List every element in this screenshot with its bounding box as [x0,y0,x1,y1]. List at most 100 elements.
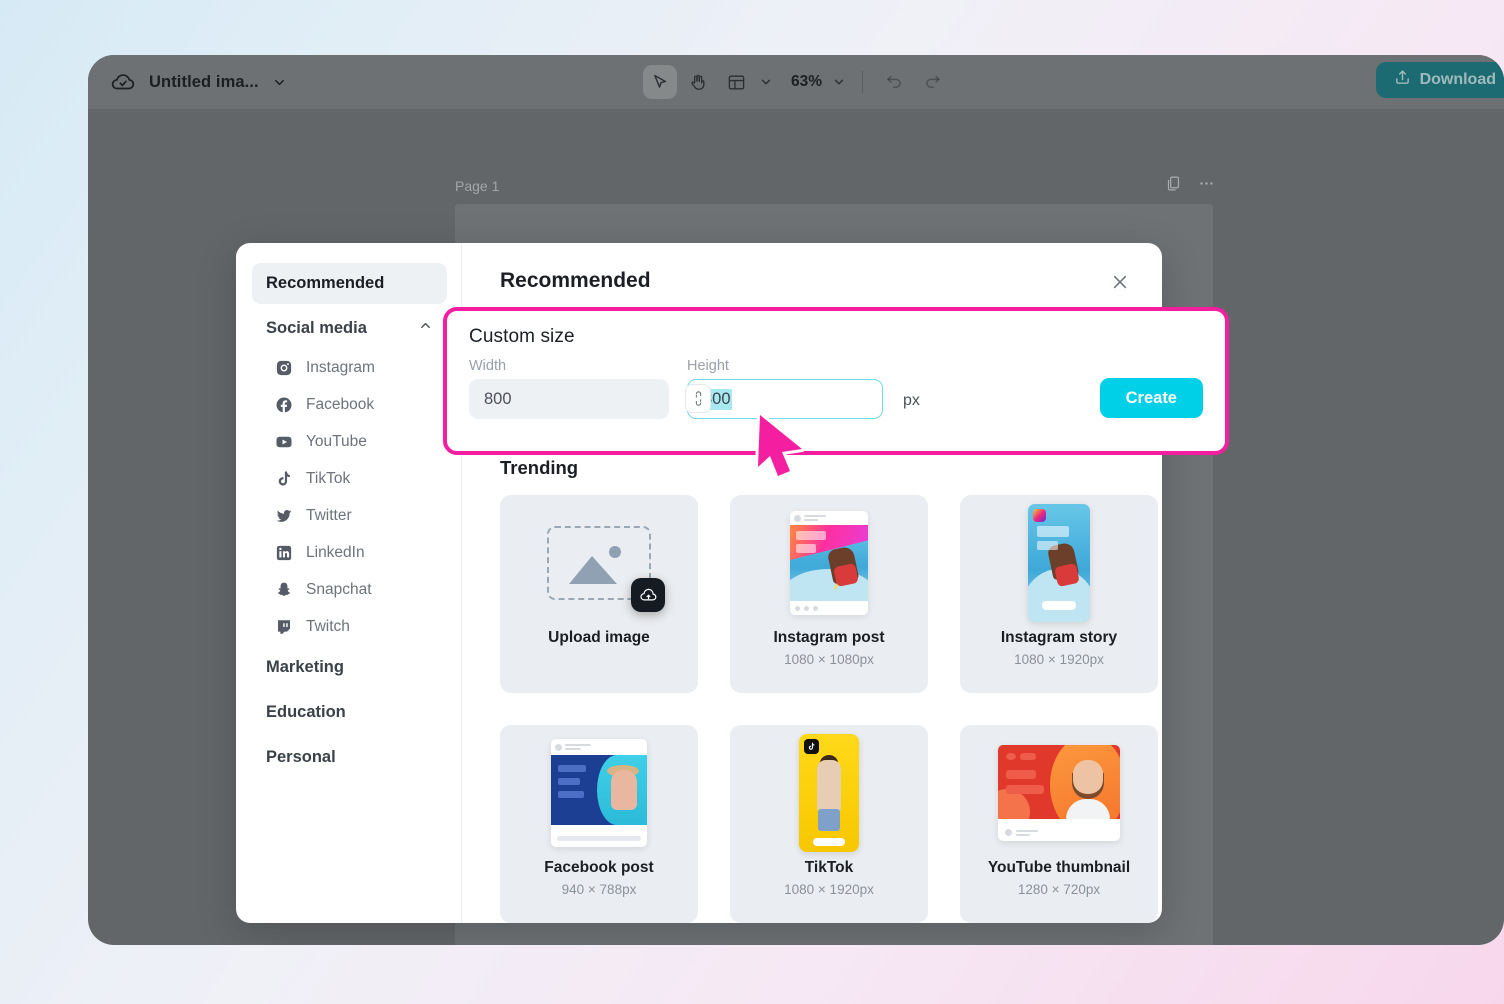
card-instagram-post[interactable]: Instagram post 1080 × 1080px [730,495,928,693]
sidebar-item-recommended[interactable]: Recommended [252,263,447,304]
cursor-arrow-icon[interactable] [642,65,677,99]
sidebar-item-label: Education [266,703,346,721]
card-title: Facebook post [544,859,654,876]
trending-card-grid: Upload image Instagram post 1080 × 1080p… [500,495,1158,923]
topbar-left-group: Untitled ima... [88,69,287,95]
instagram-story-thumb [1028,499,1090,627]
sidebar-item-label: Twitter [306,506,352,524]
top-toolbar: Untitled ima... 63% Download [88,55,1504,109]
document-title[interactable]: Untitled ima... [149,73,259,92]
unit-label: px [903,392,920,409]
hand-icon[interactable] [681,65,715,99]
snapchat-icon [274,580,293,599]
sidebar-item-label: Recommended [266,274,385,292]
size-fields-row: Width 800 Height 800 px Create [469,358,1203,419]
width-input[interactable]: 800 [469,379,669,419]
card-title: Upload image [548,629,650,646]
duplicate-page-icon[interactable] [1165,175,1182,197]
sidebar-item-education[interactable]: Education [252,690,447,735]
page-actions [1165,175,1215,197]
layout-caret-icon[interactable] [757,75,775,89]
card-title: Instagram story [1000,629,1118,646]
page-header: Page 1 [455,175,1215,197]
card-dimensions: 1280 × 720px [1017,882,1101,897]
facebook-post-thumb [551,729,647,857]
youtube-thumbnail-thumb [998,729,1120,857]
height-label: Height [687,358,729,374]
chain-link-icon[interactable] [686,385,710,412]
sidebar-item-label: Marketing [266,658,344,676]
sidebar-item-linkedin[interactable]: LinkedIn [252,534,447,571]
card-title: TikTok [804,859,854,876]
undo-arrow-icon[interactable] [877,65,911,99]
youtube-icon [274,432,293,451]
width-label: Width [469,358,507,374]
tiktok-icon [274,469,293,488]
twitch-icon [274,617,293,636]
sidebar-item-label: LinkedIn [306,543,365,561]
layout-panel-icon[interactable] [719,65,753,99]
height-field-wrap: Height 800 [687,358,883,419]
download-button[interactable]: Download [1375,62,1504,98]
download-label: Download [1419,71,1496,88]
card-youtube-thumbnail[interactable]: YouTube thumbnail 1280 × 720px [960,725,1158,923]
toolbar-divider [862,71,864,93]
width-field-wrap: Width 800 [469,358,710,419]
chevron-down-icon[interactable] [272,75,287,90]
height-input[interactable]: 800 [687,379,883,419]
card-title: YouTube thumbnail [987,859,1131,876]
cloud-upload-badge-icon [631,578,665,612]
card-instagram-story[interactable]: Instagram story 1080 × 1920px [960,495,1158,693]
facebook-icon [274,395,293,414]
instagram-badge-icon [1033,509,1046,522]
create-button[interactable]: Create [1099,378,1203,418]
card-dimensions: 940 × 788px [561,882,637,897]
card-dimensions: 1080 × 1080px [784,652,874,667]
app-window: Untitled ima... 63% Download Page 1 Reco… [88,55,1504,945]
sidebar-item-label: Snapchat [306,580,372,598]
close-x-icon[interactable] [1110,272,1130,297]
modal-title-row: Recommended [500,269,1132,297]
zoom-caret-icon[interactable] [830,75,848,89]
instagram-post-thumb [790,499,868,627]
linkedin-icon [274,543,293,562]
sidebar-item-twitch[interactable]: Twitch [252,608,447,645]
chevron-up-icon[interactable] [418,318,433,338]
sidebar-item-instagram[interactable]: Instagram [252,349,447,386]
sidebar-item-label: TikTok [306,469,351,487]
sidebar-item-tiktok[interactable]: TikTok [252,460,447,497]
upload-placeholder-thumb [547,499,665,627]
sidebar-item-twitter[interactable]: Twitter [252,497,447,534]
page-title: Recommended [500,269,651,292]
zoom-level-label[interactable]: 63% [779,73,826,91]
sidebar-item-snapchat[interactable]: Snapchat [252,571,447,608]
sidebar-item-personal[interactable]: Personal [252,735,447,780]
sidebar-item-label: Facebook [306,395,375,413]
sidebar-item-label: YouTube [306,432,367,450]
card-upload-image[interactable]: Upload image [500,495,698,693]
sidebar-item-marketing[interactable]: Marketing [252,645,447,690]
sidebar-item-label: Personal [266,748,336,766]
card-dimensions: 1080 × 1920px [784,882,874,897]
card-dimensions: 1080 × 1920px [1014,652,1104,667]
more-horizontal-icon[interactable] [1198,175,1215,197]
sidebar-item-facebook[interactable]: Facebook [252,386,447,423]
trending-title: Trending [500,457,579,478]
upload-tray-icon [1394,69,1411,91]
tiktok-badge-icon [804,739,819,754]
sidebar-item-youtube[interactable]: YouTube [252,423,447,460]
toolbar-center-group: 63% [642,65,949,99]
trending-section: Trending Upload image Instagram post 108… [500,457,1158,923]
card-facebook-post[interactable]: Facebook post 940 × 788px [500,725,698,923]
instagram-icon [274,358,293,377]
width-value: 800 [484,389,512,408]
custom-size-panel: Custom size Width 800 Height 800 px Crea… [443,307,1229,455]
sidebar-item-label: Instagram [306,358,375,376]
card-tiktok[interactable]: TikTok 1080 × 1920px [730,725,928,923]
cloud-check-icon[interactable] [110,69,136,95]
custom-size-title: Custom size [469,326,575,347]
sidebar-item-social-media[interactable]: Social media [252,307,447,349]
page-label: Page 1 [455,178,500,194]
redo-arrow-icon[interactable] [915,65,949,99]
tiktok-thumb [799,729,859,857]
